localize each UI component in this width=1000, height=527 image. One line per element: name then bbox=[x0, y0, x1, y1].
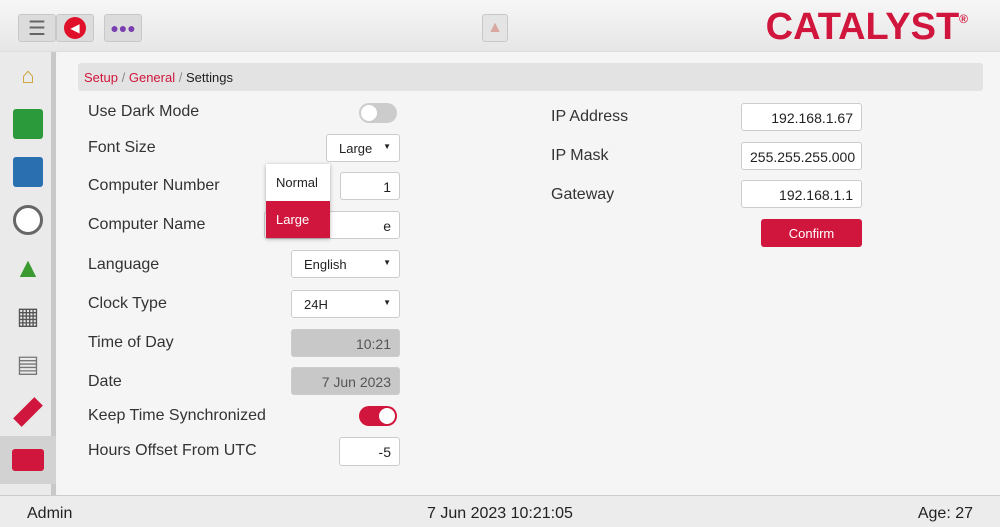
sidebar-item-usb-drive[interactable] bbox=[0, 388, 56, 436]
sidebar-item-clock[interactable] bbox=[0, 196, 56, 244]
top-bar: ☰ ◀ ●●● ▲ CATALYST® bbox=[0, 0, 1000, 52]
ip-mask-input[interactable]: 255.255.255.000 bbox=[741, 142, 862, 170]
clock-type-value: 24H bbox=[304, 297, 328, 312]
back-icon: ◀ bbox=[64, 17, 86, 39]
utc-offset-input[interactable]: -5 bbox=[339, 437, 400, 466]
status-bar: Admin 7 Jun 2023 10:21:05 Age: 27 bbox=[0, 495, 1000, 527]
font-size-option-normal[interactable]: Normal bbox=[266, 164, 330, 201]
computer-name-label: Computer Name bbox=[88, 216, 206, 233]
font-size-label: Font Size bbox=[88, 139, 156, 156]
date-label: Date bbox=[88, 373, 122, 390]
ip-mask-label: IP Mask bbox=[551, 147, 609, 164]
catalyst-logo: CATALYST® bbox=[765, 6, 968, 48]
usb-drive-icon bbox=[13, 397, 43, 427]
keep-sync-label: Keep Time Synchronized bbox=[88, 407, 266, 424]
clock-icon bbox=[13, 205, 43, 235]
font-size-value: Large bbox=[339, 141, 373, 156]
computer-number-input[interactable]: 1 bbox=[340, 172, 400, 200]
growth-curve-icon: ▲ bbox=[14, 252, 42, 283]
users-button[interactable]: ●●● bbox=[104, 14, 142, 42]
calendar-icon: ▤ bbox=[16, 350, 40, 378]
clock-type-label: Clock Type bbox=[88, 295, 167, 312]
flock-age: Age: 27 bbox=[917, 505, 973, 522]
breadcrumb-setup[interactable]: Setup bbox=[84, 70, 118, 85]
time-of-day-label: Time of Day bbox=[88, 334, 174, 351]
sidebar-item-climate-control[interactable]: ⌂ bbox=[0, 52, 56, 100]
house-cc-icon: ⌂ bbox=[21, 63, 35, 88]
confirm-button[interactable]: Confirm bbox=[761, 219, 862, 247]
back-button[interactable]: ◀ bbox=[56, 14, 94, 42]
sidebar-item-ventilation[interactable] bbox=[0, 148, 56, 196]
breadcrumb-separator: / bbox=[121, 70, 126, 85]
caret-down-icon: ▼ bbox=[383, 142, 391, 151]
font-size-option-large[interactable]: Large bbox=[266, 201, 330, 238]
sidebar-item-setup-toolbox[interactable] bbox=[0, 436, 56, 484]
fan-clock-icon bbox=[13, 157, 43, 187]
gateway-input[interactable]: 192.168.1.1 bbox=[741, 180, 862, 208]
font-size-dropdown: Normal Large bbox=[266, 164, 330, 238]
sidebar-item-feed-calculator[interactable]: ▦ bbox=[0, 292, 56, 340]
menu-button[interactable]: ☰ bbox=[18, 14, 56, 42]
computer-number-label: Computer Number bbox=[88, 177, 220, 194]
users-icon: ●●● bbox=[110, 20, 136, 36]
warning-icon: ▲ bbox=[487, 19, 503, 36]
calculator-chicken-icon: ▦ bbox=[16, 302, 40, 330]
toolbox-icon bbox=[12, 449, 44, 471]
gateway-label: Gateway bbox=[551, 186, 615, 203]
caret-down-icon: ▼ bbox=[383, 258, 391, 267]
language-value: English bbox=[304, 257, 347, 272]
utc-offset-label: Hours Offset From UTC bbox=[88, 442, 257, 459]
current-user: Admin bbox=[27, 505, 73, 522]
font-size-select[interactable]: Large ▼ bbox=[326, 134, 400, 162]
sidebar-item-growth-curve[interactable]: ▲ bbox=[0, 244, 56, 292]
time-of-day-field: 10:21 bbox=[291, 329, 400, 357]
ip-address-input[interactable]: 192.168.1.67 bbox=[741, 103, 862, 131]
ip-address-label: IP Address bbox=[551, 108, 629, 125]
clock-type-select[interactable]: 24H ▼ bbox=[291, 290, 400, 318]
sidebar-item-calendar-report[interactable]: ▤ bbox=[0, 340, 56, 388]
sidebar-item-fan-temperature[interactable] bbox=[0, 100, 56, 148]
current-datetime: 7 Jun 2023 10:21:05 bbox=[427, 505, 573, 522]
date-field: 7 Jun 2023 bbox=[291, 367, 400, 395]
keep-sync-toggle[interactable] bbox=[359, 406, 397, 426]
language-label: Language bbox=[88, 256, 160, 273]
warning-button[interactable]: ▲ bbox=[482, 14, 508, 42]
language-select[interactable]: English ▼ bbox=[291, 250, 400, 278]
dark-mode-toggle[interactable] bbox=[359, 103, 397, 123]
breadcrumb-current: Settings bbox=[185, 70, 233, 85]
breadcrumb: Setup / General / Settings bbox=[78, 63, 983, 91]
menu-icon: ☰ bbox=[28, 17, 46, 40]
breadcrumb-separator: / bbox=[178, 70, 183, 85]
breadcrumb-general[interactable]: General bbox=[129, 70, 175, 85]
fan-thermometer-icon bbox=[13, 109, 43, 139]
sidebar: ⌂ ▲ ▦ ▤ bbox=[0, 52, 56, 495]
dark-mode-label: Use Dark Mode bbox=[88, 103, 200, 120]
caret-down-icon: ▼ bbox=[383, 298, 391, 307]
